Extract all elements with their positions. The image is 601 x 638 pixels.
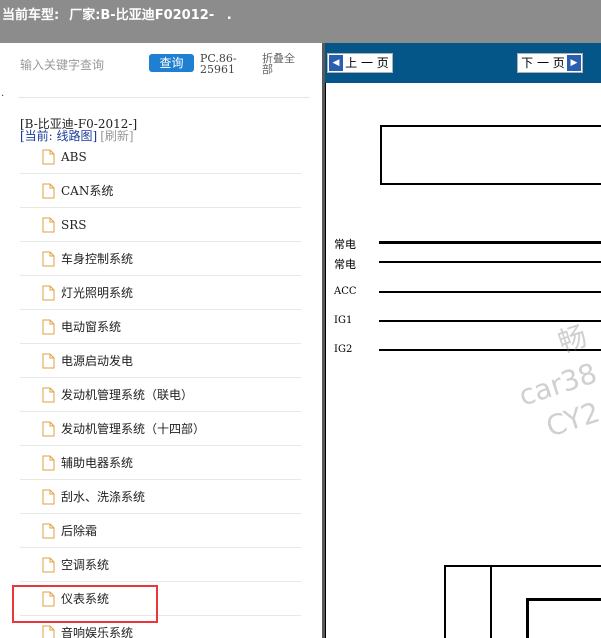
tree-item[interactable]: 灯光照明系统 bbox=[20, 276, 301, 310]
document-icon bbox=[42, 387, 55, 403]
title-bar: 当前车型: 厂家:B-比亚迪F02012- . bbox=[0, 0, 601, 43]
prev-page-button[interactable]: ◀ 上 一 页 bbox=[327, 53, 393, 73]
tree-item-label: 发动机管理系统（联电） bbox=[61, 388, 194, 402]
tree-item-label: 灯光照明系统 bbox=[61, 286, 134, 300]
page-nav-bar: ◀ 上 一 页 下 一 页 ▶ bbox=[325, 43, 601, 83]
tree-item[interactable]: 电源启动发电 bbox=[20, 344, 301, 378]
tree-item-label: 电源启动发电 bbox=[61, 354, 134, 368]
collapse-all-link[interactable]: 折叠全部 bbox=[262, 53, 302, 75]
document-icon bbox=[42, 489, 55, 505]
tree-item[interactable]: ABS bbox=[20, 140, 301, 174]
diagram-label: ACC bbox=[334, 286, 357, 297]
tree-item-label: 电动窗系统 bbox=[61, 320, 122, 334]
next-page-button[interactable]: 下 一 页 ▶ bbox=[517, 53, 583, 73]
document-icon bbox=[42, 285, 55, 301]
tree-item[interactable]: 后除霜 bbox=[20, 514, 301, 548]
left-panel: 查询 PC.86-25961 折叠全部 . [B-比亚迪-F0-2012-] [… bbox=[0, 43, 322, 638]
diagram-top-box bbox=[380, 125, 601, 185]
document-icon bbox=[42, 353, 55, 369]
document-icon bbox=[42, 251, 55, 267]
document-icon bbox=[42, 319, 55, 335]
wire bbox=[379, 241, 601, 244]
document-icon bbox=[42, 455, 55, 471]
arrow-right-icon: ▶ bbox=[567, 55, 581, 71]
tree-item[interactable]: 电动窗系统 bbox=[20, 310, 301, 344]
divider bbox=[18, 97, 310, 98]
wire bbox=[379, 261, 601, 263]
document-icon bbox=[42, 523, 55, 539]
diagram-label: 常电 bbox=[334, 238, 356, 251]
tree-item[interactable]: 车身控制系统 bbox=[20, 242, 301, 276]
tree-item-label: 后除霜 bbox=[61, 524, 98, 538]
document-icon bbox=[42, 625, 55, 638]
tree-item-label: 音响娱乐系统 bbox=[61, 626, 134, 638]
document-icon bbox=[42, 149, 55, 165]
tree-item-label: 辅助电器系统 bbox=[61, 456, 134, 470]
document-icon bbox=[42, 183, 55, 199]
next-page-label: 下 一 页 bbox=[521, 56, 565, 70]
document-icon bbox=[42, 217, 55, 233]
tree-item-label: ABS bbox=[61, 150, 87, 164]
pc-code: PC.86-25961 bbox=[200, 52, 237, 76]
tree-item-label: SRS bbox=[61, 218, 87, 232]
search-row: 查询 PC.86-25961 折叠全部 bbox=[0, 43, 322, 93]
tree-item-label: 车身控制系统 bbox=[61, 252, 134, 266]
diagram-bottom-inner-box bbox=[526, 598, 601, 638]
tree-item-label: 发动机管理系统（十四部） bbox=[61, 422, 206, 436]
tree-item[interactable]: CAN系统 bbox=[20, 174, 301, 208]
tree-item[interactable]: SRS bbox=[20, 208, 301, 242]
tree-item-label: CAN系统 bbox=[61, 184, 114, 198]
wiring-diagram: 常电 常电 ACC IG1 IG2 畅 car38 CY2 bbox=[325, 83, 601, 638]
stray-dot: . bbox=[1, 88, 5, 99]
trailing-dot: . bbox=[226, 8, 232, 23]
wire bbox=[379, 291, 601, 293]
prev-page-label: 上 一 页 bbox=[345, 56, 389, 70]
system-tree: ABS CAN系统 SRS 车身控制系统 灯光照明系统 电动窗系统电源启动发电发动机管理系… bbox=[20, 140, 301, 638]
document-icon bbox=[42, 421, 55, 437]
query-button[interactable]: 查询 bbox=[149, 54, 194, 72]
tree-item[interactable]: 发动机管理系统（十四部） bbox=[20, 412, 301, 446]
arrow-left-icon: ◀ bbox=[329, 55, 343, 71]
tree-item-label: 空调系统 bbox=[61, 558, 110, 572]
manufacturer-label: 厂家:B-比亚迪F02012- bbox=[69, 8, 215, 23]
document-icon bbox=[42, 557, 55, 573]
tree-item[interactable]: 空调系统 bbox=[20, 548, 301, 582]
tree-item-label: 刮水、洗涤系统 bbox=[61, 490, 146, 504]
diagram-bottom-inner-line bbox=[490, 565, 492, 638]
diagram-viewer: ◀ 上 一 页 下 一 页 ▶ 常电 常电 ACC IG1 IG2 畅 car3… bbox=[325, 43, 601, 638]
current-model-label: 当前车型: bbox=[2, 8, 60, 23]
search-input[interactable] bbox=[20, 55, 142, 75]
diagram-label: IG1 bbox=[334, 315, 353, 326]
tree-item[interactable]: 刮水、洗涤系统 bbox=[20, 480, 301, 514]
diagram-label: 常电 bbox=[334, 258, 356, 271]
diagram-label: IG2 bbox=[334, 344, 353, 355]
highlight-box bbox=[12, 585, 158, 623]
tree-item[interactable]: 辅助电器系统 bbox=[20, 446, 301, 480]
tree-item[interactable]: 发动机管理系统（联电） bbox=[20, 378, 301, 412]
